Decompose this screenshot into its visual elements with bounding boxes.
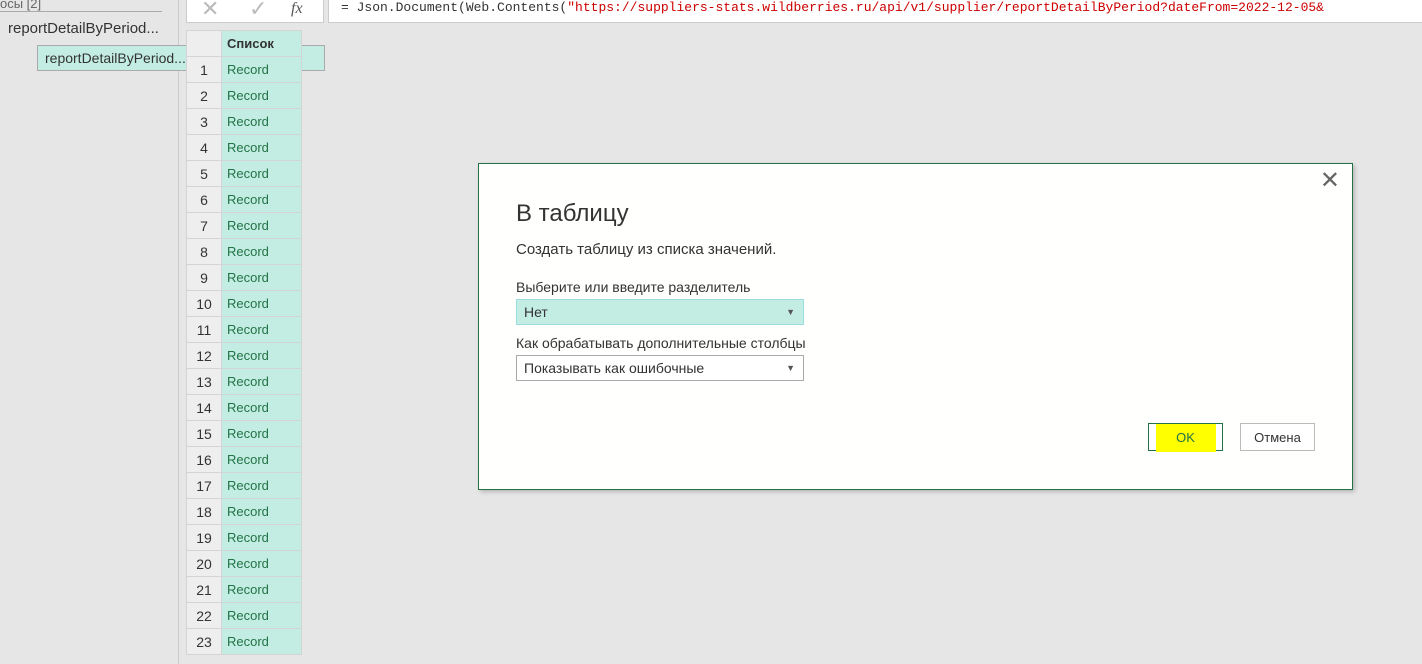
row-number[interactable]: 20 (186, 550, 222, 577)
fx-icon[interactable]: fx (291, 0, 303, 18)
table-row: 16 Record (186, 446, 302, 473)
record-cell[interactable]: Record (221, 186, 302, 213)
record-cell[interactable]: Record (221, 316, 302, 343)
cancel-button[interactable]: Отмена (1240, 423, 1315, 451)
record-cell[interactable]: Record (221, 394, 302, 421)
row-number[interactable]: 2 (186, 82, 222, 109)
row-number[interactable]: 13 (186, 368, 222, 395)
row-number[interactable]: 6 (186, 186, 222, 213)
chevron-down-icon: ▼ (786, 307, 795, 317)
row-number[interactable]: 21 (186, 576, 222, 603)
query-item[interactable]: reportDetailByPeriod... (0, 15, 162, 43)
table-row: 8 Record (186, 238, 302, 265)
table-row: 21 Record (186, 576, 302, 603)
table-row: 17 Record (186, 472, 302, 499)
formula-url: "https://suppliers-stats.wildberries.ru/… (567, 0, 1324, 15)
ok-label: OK (1155, 424, 1216, 452)
table-row: 4 Record (186, 134, 302, 161)
queries-pane: осы [2] reportDetailByPeriod... reportDe… (0, 0, 325, 664)
extra-columns-select[interactable]: Показывать как ошибочные ▼ (516, 355, 804, 381)
dialog-subtitle: Создать таблицу из списка значений. (516, 241, 777, 258)
table-row: 20 Record (186, 550, 302, 577)
queries-header: осы [2] (0, 0, 162, 12)
table-row: 14 Record (186, 394, 302, 421)
record-cell[interactable]: Record (221, 472, 302, 499)
data-grid: Список 1 Record 2 Record 3 Record 4 Record 5 Recor… (186, 30, 302, 655)
extra-columns-value: Показывать как ошибочные (524, 360, 705, 376)
table-row: 9 Record (186, 264, 302, 291)
table-row: 13 Record (186, 368, 302, 395)
record-cell[interactable]: Record (221, 290, 302, 317)
column-header[interactable]: Список (221, 30, 302, 57)
record-cell[interactable]: Record (221, 550, 302, 577)
record-cell[interactable]: Record (221, 238, 302, 265)
table-row: 7 Record (186, 212, 302, 239)
extra-columns-label: Как обрабатывать дополнительные столбцы (516, 335, 806, 351)
to-table-dialog: ✕ В таблицу Создать таблицу из списка зн… (478, 163, 1353, 490)
table-row: 10 Record (186, 290, 302, 317)
row-number[interactable]: 18 (186, 498, 222, 525)
dialog-title: В таблицу (516, 200, 629, 227)
row-number[interactable]: 10 (186, 290, 222, 317)
row-number[interactable]: 15 (186, 420, 222, 447)
ok-button[interactable]: OK (1148, 423, 1223, 452)
row-number[interactable]: 4 (186, 134, 222, 161)
formula-buttons: ✕ ✓ fx (186, 0, 324, 23)
record-cell[interactable]: Record (221, 264, 302, 291)
table-row: 12 Record (186, 342, 302, 369)
delimiter-label: Выберите или введите разделитель (516, 279, 751, 295)
table-row: 19 Record (186, 524, 302, 551)
row-number[interactable]: 7 (186, 212, 222, 239)
record-cell[interactable]: Record (221, 628, 302, 655)
delimiter-value: Нет (524, 304, 548, 320)
formula-input[interactable]: = Json.Document(Web.Contents("https://su… (328, 0, 1422, 23)
cancel-icon[interactable]: ✕ (201, 0, 219, 22)
row-number[interactable]: 11 (186, 316, 222, 343)
row-number[interactable]: 8 (186, 238, 222, 265)
row-number[interactable]: 23 (186, 628, 222, 655)
table-row: 2 Record (186, 82, 302, 109)
check-icon[interactable]: ✓ (249, 0, 267, 22)
row-number[interactable]: 14 (186, 394, 222, 421)
record-cell[interactable]: Record (221, 368, 302, 395)
record-cell[interactable]: Record (221, 160, 302, 187)
table-row: 18 Record (186, 498, 302, 525)
record-cell[interactable]: Record (221, 576, 302, 603)
table-row: 1 Record (186, 56, 302, 83)
record-cell[interactable]: Record (221, 602, 302, 629)
table-row: 5 Record (186, 160, 302, 187)
row-number[interactable]: 17 (186, 472, 222, 499)
record-cell[interactable]: Record (221, 56, 302, 83)
table-row: 15 Record (186, 420, 302, 447)
table-row: 22 Record (186, 602, 302, 629)
record-cell[interactable]: Record (221, 524, 302, 551)
table-row: 3 Record (186, 108, 302, 135)
row-number[interactable]: 5 (186, 160, 222, 187)
row-number[interactable]: 22 (186, 602, 222, 629)
table-row: 11 Record (186, 316, 302, 343)
close-icon[interactable]: ✕ (1320, 166, 1340, 195)
row-number[interactable]: 12 (186, 342, 222, 369)
record-cell[interactable]: Record (221, 212, 302, 239)
row-number[interactable]: 3 (186, 108, 222, 135)
record-cell[interactable]: Record (221, 446, 302, 473)
record-cell[interactable]: Record (221, 342, 302, 369)
record-cell[interactable]: Record (221, 134, 302, 161)
row-number[interactable]: 16 (186, 446, 222, 473)
row-number[interactable]: 19 (186, 524, 222, 551)
corner-cell[interactable] (186, 30, 222, 57)
table-row: 23 Record (186, 628, 302, 655)
formula-prefix: = Json.Document(Web.Contents( (341, 0, 568, 15)
table-row: 6 Record (186, 186, 302, 213)
row-number[interactable]: 9 (186, 264, 222, 291)
record-cell[interactable]: Record (221, 108, 302, 135)
chevron-down-icon: ▼ (786, 363, 795, 373)
record-cell[interactable]: Record (221, 82, 302, 109)
record-cell[interactable]: Record (221, 420, 302, 447)
record-cell[interactable]: Record (221, 498, 302, 525)
row-number[interactable]: 1 (186, 56, 222, 83)
delimiter-select[interactable]: Нет ▼ (516, 299, 804, 325)
